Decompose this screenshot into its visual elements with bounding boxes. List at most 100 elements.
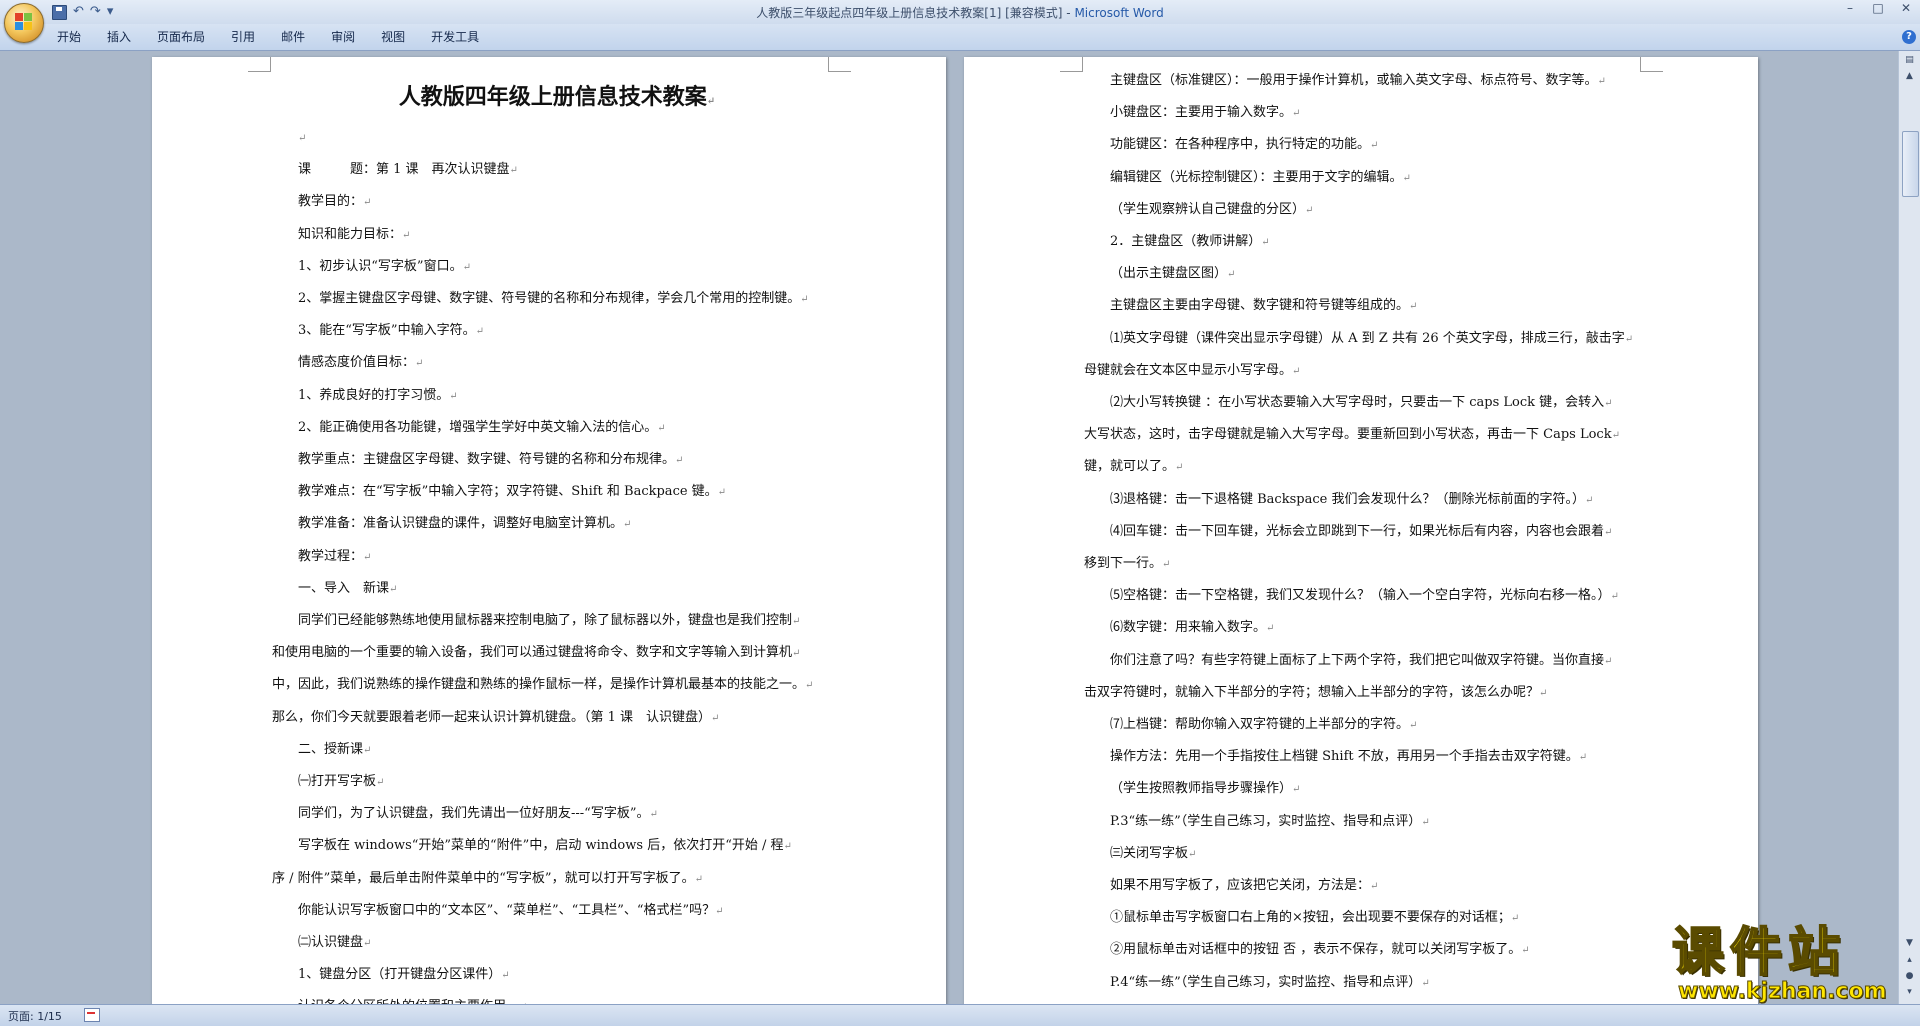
paragraph-mark: ↵ bbox=[1370, 881, 1379, 893]
tab-review[interactable]: 审阅 bbox=[318, 24, 368, 50]
paragraph-mark: ↵ bbox=[1521, 945, 1530, 957]
paragraph-mark: ↵ bbox=[1597, 76, 1606, 87]
paragraph-mark: ↵ bbox=[462, 261, 471, 273]
paragraph-mark: ↵ bbox=[501, 970, 510, 982]
tab-references[interactable]: 引用 bbox=[218, 24, 268, 50]
text-line: 小键盘区：主要用于输入数字。↵ bbox=[1110, 105, 1301, 121]
maximize-button[interactable]: □ bbox=[1864, 0, 1892, 18]
text-line: 1、键盘分区（打开键盘分区课件）↵ bbox=[298, 967, 510, 983]
crop-mark bbox=[248, 57, 271, 72]
paragraph-mark: ↵ bbox=[1578, 752, 1588, 764]
proofing-icon[interactable] bbox=[84, 1008, 100, 1022]
paragraph-mark: ↵ bbox=[1175, 462, 1184, 474]
paragraph-mark: ↵ bbox=[363, 551, 372, 563]
tab-view[interactable]: 视图 bbox=[368, 24, 418, 50]
paragraph-mark: ↵ bbox=[623, 519, 632, 531]
text-line: 大写状态，这时，击字母键就是输入大写字母。要重新回到小写状态，再击一下 Caps… bbox=[1084, 427, 1620, 443]
text-line: 你能认识写字板窗口中的“文本区”、“菜单栏”、“工具栏”、“格式栏”吗？↵ bbox=[298, 902, 724, 918]
text-line: 和使用电脑的一个重要的输入设备，我们可以通过键盘将命令、数字和文字等输入到计算机… bbox=[272, 645, 801, 661]
text-line: 一、导入 新课↵ bbox=[298, 580, 398, 596]
paragraph-mark: ↵ bbox=[792, 616, 801, 628]
text-line: 同学们，为了认识键盘，我们先请出一位好朋友---“写字板”。↵ bbox=[298, 806, 658, 822]
watermark-logo: 课件站 www.kjzhan.com bbox=[1671, 924, 1902, 1005]
paragraph-mark: ↵ bbox=[711, 712, 720, 724]
text-line: （学生观察辨认自己键盘的分区）↵ bbox=[1110, 201, 1314, 217]
paragraph-mark: ↵ bbox=[376, 777, 385, 789]
text-line: 2、掌握主键盘区字母键、数字键、符号键的名称和分布规律，学会几个常用的控制键。↵ bbox=[298, 291, 809, 307]
text-line: 编辑键区（光标控制键区）：主要用于文字的编辑。↵ bbox=[1110, 169, 1411, 185]
paragraph-mark: ↵ bbox=[649, 809, 658, 821]
page-1[interactable]: 人教版四年级上册信息技术教案↵ ↵ 课 题：第 1 课 再次认识键盘↵ 教学目的：↵… bbox=[152, 57, 946, 1004]
text-line: 你们注意了吗？有些字符键上面标了上下两个字符，我们把它叫做双字符键。当你直接↵ bbox=[1110, 652, 1613, 668]
tab-page-layout[interactable]: 页面布局 bbox=[144, 24, 218, 50]
office-button[interactable] bbox=[4, 3, 44, 43]
page-2[interactable]: 主键盘区（标准键区）：一般用于操作计算机，或输入英文字母、标点符号、数字等。↵ 小… bbox=[964, 57, 1758, 1004]
paragraph-mark: ↵ bbox=[1604, 655, 1613, 667]
document-heading: 人教版四年级上册信息技术教案↵ bbox=[398, 84, 716, 110]
page-count[interactable]: 页面: 1/15 bbox=[8, 1008, 62, 1024]
text-line: ⑸空格键：击一下空格键，我们又发现什么？（输入一个空白字符，光标向右移一格。）↵ bbox=[1110, 588, 1619, 604]
tab-insert[interactable]: 插入 bbox=[94, 24, 144, 50]
document-area[interactable]: 人教版四年级上册信息技术教案↵ ↵ 课 题：第 1 课 再次认识键盘↵ 教学目的：↵… bbox=[0, 51, 1898, 1004]
paragraph-mark: ↵ bbox=[1292, 365, 1301, 377]
document-title: 人教版三年级起点四年级上册信息技术教案[1] [兼容模式] bbox=[756, 6, 1063, 20]
minimize-button[interactable]: – bbox=[1836, 0, 1864, 18]
paragraph-mark: ↵ bbox=[1261, 237, 1270, 249]
text-line: ⑴英文字母键（课件突出显示字母键）从 A 到 Z 共有 26 个英文字母，排成三… bbox=[1110, 330, 1634, 346]
previous-page-icon[interactable]: ▴ bbox=[1902, 953, 1917, 967]
help-icon[interactable]: ? bbox=[1902, 30, 1916, 44]
paragraph-mark: ↵ bbox=[1610, 591, 1619, 603]
scroll-down-icon[interactable]: ▼ bbox=[1902, 936, 1917, 950]
tab-mailings[interactable]: 邮件 bbox=[268, 24, 318, 50]
text-line: ⑵大小写转换键 ：在小写状态要输入大写字母时，只要击一下 caps Lock 键… bbox=[1110, 395, 1613, 411]
text-line: 教学难点：在“写字板”中输入字符；双字符键、Shift 和 Backpace 键… bbox=[298, 484, 727, 500]
text-line: 母键就会在文本区中显示小写字母。↵ bbox=[1084, 362, 1301, 378]
paragraph-mark: ↵ bbox=[1402, 172, 1411, 184]
app-name: Microsoft Word bbox=[1074, 6, 1164, 20]
crop-mark bbox=[828, 57, 851, 72]
text-line: 写字板在 windows“开始”菜单的“附件”中，启动 windows 后，依次… bbox=[298, 838, 792, 854]
vertical-scrollbar[interactable]: ▤ ▲ ▼ ▴ ● ▾ bbox=[1898, 51, 1920, 1004]
text-line: 二、授新课↵ bbox=[298, 741, 372, 757]
scroll-thumb[interactable] bbox=[1902, 131, 1919, 197]
tab-developer[interactable]: 开发工具 bbox=[418, 24, 492, 50]
paragraph-mark: ↵ bbox=[1292, 108, 1301, 120]
browse-object-icon[interactable]: ● bbox=[1902, 969, 1917, 983]
paragraph-mark: ↵ bbox=[1370, 140, 1379, 152]
scroll-up-icon[interactable]: ▲ bbox=[1902, 69, 1917, 83]
paragraph-mark: ↵ bbox=[1162, 559, 1171, 571]
text-line: 教学重点：主键盘区字母键、数字键、符号键的名称和分布规律。↵ bbox=[298, 452, 684, 468]
window-title: 人教版三年级起点四年级上册信息技术教案[1] [兼容模式] - Microsof… bbox=[756, 6, 1164, 20]
text-line: ↵ bbox=[272, 122, 842, 154]
paragraph-mark: ↵ bbox=[1266, 623, 1275, 635]
paragraph-mark: ↵ bbox=[1421, 977, 1430, 989]
page-1-text[interactable]: 人教版四年级上册信息技术教案↵ ↵ 课 题：第 1 课 再次认识键盘↵ 教学目的：↵… bbox=[272, 77, 842, 1004]
paragraph-mark: ↵ bbox=[1305, 204, 1314, 216]
text-line: 如果不用写字板了，应该把它关闭，方法是：↵ bbox=[1110, 878, 1379, 894]
paragraph-mark: ↵ bbox=[1227, 269, 1236, 281]
text-line: 3、能在“写字板”中输入字符。↵ bbox=[298, 323, 484, 339]
text-line: 教学目的：↵ bbox=[298, 194, 372, 210]
paragraph-mark: ↵ bbox=[792, 648, 801, 660]
text-line: ⑺上档键：帮助你输入双字符键的上半部分的字符。↵ bbox=[1110, 717, 1418, 733]
text-line: ㈡认识键盘↵ bbox=[298, 935, 372, 951]
text-line: ②用鼠标单击对话框中的按钮 否 ，表示不保存，就可以关闭写字板了。↵ bbox=[1110, 942, 1530, 958]
paragraph-mark: ↵ bbox=[1409, 301, 1418, 313]
text-line: 课 题：第 1 课 再次认识键盘↵ bbox=[298, 162, 518, 178]
title-bar: ↶ ↷ ▾ 人教版三年级起点四年级上册信息技术教案[1] [兼容模式] - Mi… bbox=[0, 0, 1920, 43]
ruler-toggle-icon[interactable]: ▤ bbox=[1902, 53, 1917, 67]
close-button[interactable]: ✕ bbox=[1892, 0, 1920, 18]
page-2-text[interactable]: 主键盘区（标准键区）：一般用于操作计算机，或输入英文字母、标点符号、数字等。↵ 小… bbox=[1084, 65, 1654, 1004]
text-line: 教学过程：↵ bbox=[298, 548, 372, 564]
tab-home[interactable]: 开始 bbox=[44, 24, 94, 50]
paragraph-mark: ↵ bbox=[1604, 526, 1613, 538]
paragraph-mark: ↵ bbox=[1611, 430, 1620, 442]
text-line: （出示主键盘区图）↵ bbox=[1110, 266, 1236, 282]
text-line: 1、初步认识“写字板”窗口。↵ bbox=[298, 258, 471, 274]
text-line: 认识各个分区所处的位置和主要作用。↵ bbox=[272, 991, 842, 1004]
text-line: 那么，你们今天就要跟着老师一起来认识计算机键盘。（第 1 课 认识键盘）↵ bbox=[272, 709, 720, 725]
next-page-icon[interactable]: ▾ bbox=[1902, 985, 1917, 999]
text-line: ㈠打开写字板↵ bbox=[298, 774, 385, 790]
paragraph-mark: ↵ bbox=[694, 873, 703, 885]
paragraph-mark: ↵ bbox=[1510, 913, 1520, 925]
